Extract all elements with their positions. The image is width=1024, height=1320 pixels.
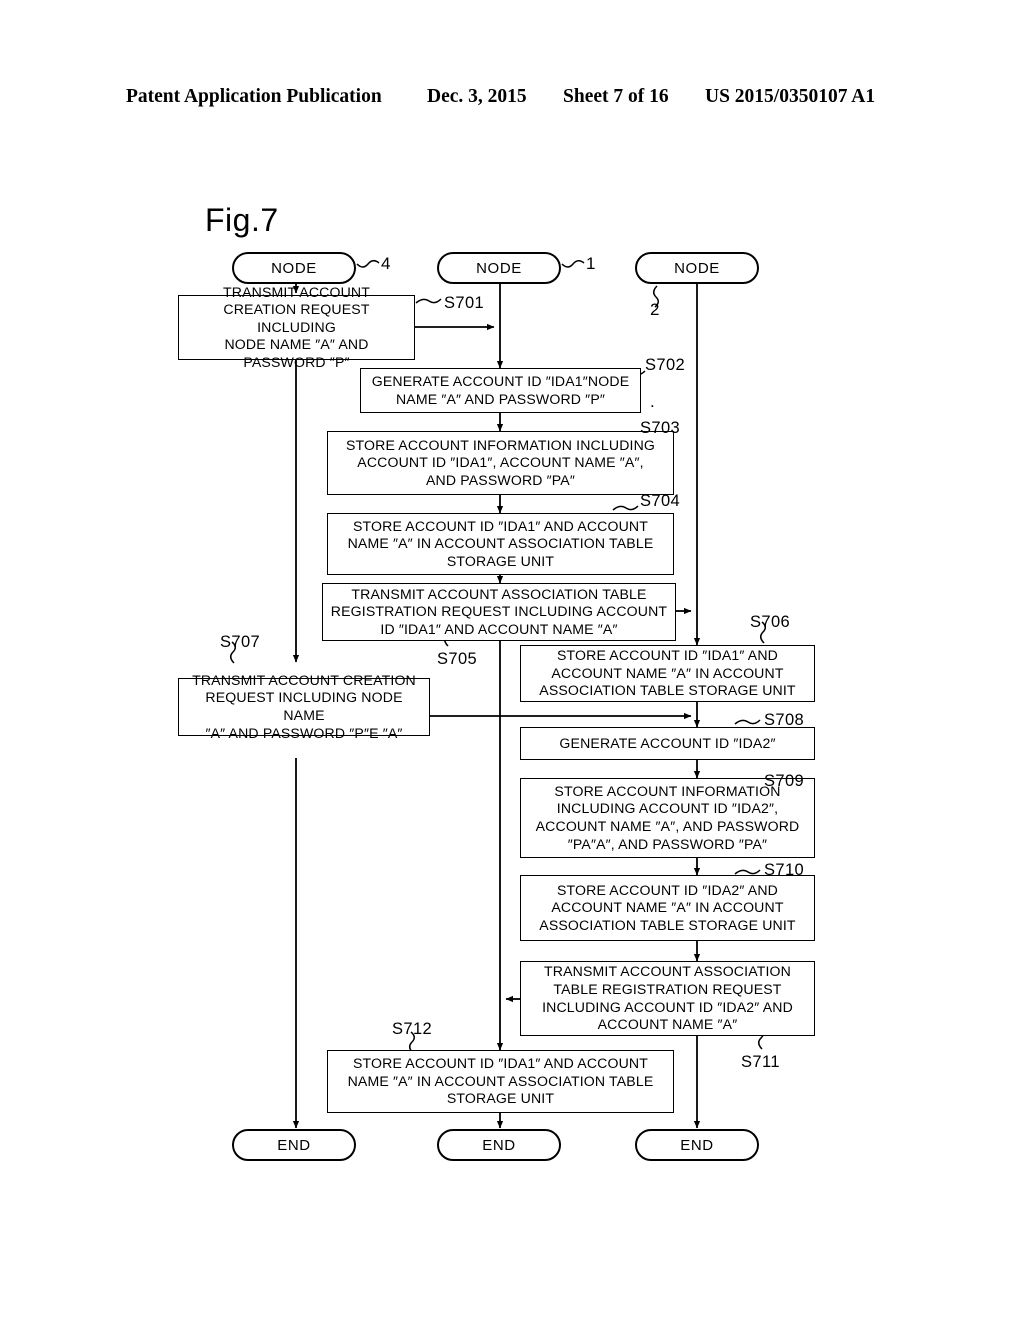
box-line: AND PASSWORD ″PA″ xyxy=(425,471,576,488)
box-line: NAME ″A″ IN ACCOUNT ASSOCIATION TABLE xyxy=(347,535,654,552)
box-line: NODE NAME ″A″ AND xyxy=(224,336,369,353)
box-line: INCLUDING ACCOUNT ID ″IDA2″, xyxy=(556,800,779,817)
step-leaders xyxy=(230,298,766,1054)
box-line: TRANSMIT ACCOUNT ASSOCIATION TABLE xyxy=(351,585,647,602)
box-line: ″A″ AND PASSWORD ″P″E ″A″ xyxy=(205,724,403,741)
terminal-end-middle: END xyxy=(437,1129,561,1161)
box-line: GENERATE ACCOUNT ID ″IDA2″ xyxy=(559,734,776,751)
process-box-s702: GENERATE ACCOUNT ID ″IDA1″NODE NAME ″A″ … xyxy=(360,368,641,413)
flowchart-connectors xyxy=(292,283,701,1129)
step-label-s705: S705 xyxy=(437,650,478,668)
step-label-s702: S702 xyxy=(645,356,686,374)
box-line: ASSOCIATION TABLE STORAGE UNIT xyxy=(539,916,796,933)
terminal-node-2: NODE xyxy=(635,252,759,284)
box-line: REGISTRATION REQUEST INCLUDING ACCOUNT xyxy=(330,603,668,620)
reference-numeral-2: 2 xyxy=(650,300,660,319)
process-box-s701: TRANSMIT ACCOUNT CREATION REQUEST INCLUD… xyxy=(178,284,415,370)
terminal-label: END xyxy=(482,1136,516,1154)
process-box-s712: STORE ACCOUNT ID ″IDA1″ AND ACCOUNT NAME… xyxy=(327,1050,674,1113)
process-box-s707: TRANSMIT ACCOUNT CREATION REQUEST INCLUD… xyxy=(178,672,430,741)
box-line: STORE ACCOUNT INFORMATION xyxy=(554,782,781,799)
terminal-label: END xyxy=(680,1136,714,1154)
box-line: ACCOUNT NAME ″A″ IN ACCOUNT xyxy=(551,664,784,681)
box-line: ACCOUNT NAME ″A″ xyxy=(597,1016,738,1033)
box-line: ACCOUNT NAME ″A″ IN ACCOUNT xyxy=(551,899,784,916)
box-line: STORAGE UNIT xyxy=(446,552,555,569)
step-label-s707: S707 xyxy=(220,633,261,651)
step-label-s711: S711 xyxy=(741,1053,780,1071)
step-label-s704: S704 xyxy=(640,492,681,510)
box-line: ID ″IDA1″ AND ACCOUNT NAME ″A″ xyxy=(380,620,618,637)
step-label-s706: S706 xyxy=(750,613,791,631)
step-label-s712: S712 xyxy=(392,1020,433,1038)
terminal-end-right: END xyxy=(635,1129,759,1161)
box-line: TRANSMIT ACCOUNT CREATION xyxy=(192,671,416,688)
box-line: INCLUDING ACCOUNT ID ″IDA2″ AND xyxy=(542,998,793,1015)
box-line: STORAGE UNIT xyxy=(446,1090,555,1107)
box-line: STORE ACCOUNT ID ″IDA2″ AND xyxy=(556,881,779,898)
box-line: CREATION REQUEST INCLUDING xyxy=(223,301,370,335)
process-box-s711: TRANSMIT ACCOUNT ASSOCIATION TABLE REGIS… xyxy=(520,961,815,1036)
step-label-s710: S710 xyxy=(764,861,805,879)
process-box-s704: STORE ACCOUNT ID ″IDA1″ AND ACCOUNT NAME… xyxy=(327,513,674,575)
box-line: TABLE REGISTRATION REQUEST xyxy=(553,980,782,997)
terminal-node-4: NODE xyxy=(232,252,356,284)
reference-leaders xyxy=(356,260,659,308)
box-line: NAME ″A″ IN ACCOUNT ASSOCIATION TABLE xyxy=(347,1072,654,1089)
terminal-label: NODE xyxy=(674,259,720,277)
terminal-end-left: END xyxy=(232,1129,356,1161)
box-line: TRANSMIT ACCOUNT xyxy=(223,283,370,300)
box-line: ACCOUNT NAME ″A″, AND PASSWORD xyxy=(535,818,800,834)
box-line: TRANSMIT ACCOUNT ASSOCIATION xyxy=(544,963,791,980)
box-line: STORE ACCOUNT ID ″IDA1″ AND ACCOUNT xyxy=(352,1055,649,1072)
step-label-s701: S701 xyxy=(444,294,485,312)
box-line: STORE ACCOUNT ID ″IDA1″ AND xyxy=(556,647,779,664)
terminal-node-1: NODE xyxy=(437,252,561,284)
box-line: ″PA″A″, AND PASSWORD ″PA″ xyxy=(567,835,768,852)
terminal-label: NODE xyxy=(476,259,522,277)
step-label-s703: S703 xyxy=(640,419,681,437)
box-line: ACCOUNT ID ″IDA1″, ACCOUNT NAME ″A″, xyxy=(357,454,644,471)
box-line: REQUEST INCLUDING NODE NAME xyxy=(205,689,403,723)
process-box-s710: STORE ACCOUNT ID ″IDA2″ AND ACCOUNT NAME… xyxy=(520,875,815,941)
process-box-s703: STORE ACCOUNT INFORMATION INCLUDING ACCO… xyxy=(327,431,674,495)
step-label-s709: S709 xyxy=(764,772,805,790)
box-line: STORE ACCOUNT INFORMATION INCLUDING xyxy=(345,436,656,453)
step-label-s708: S708 xyxy=(764,711,805,729)
box-line: GENERATE ACCOUNT ID ″IDA1″NODE xyxy=(371,372,630,389)
process-box-s706: STORE ACCOUNT ID ″IDA1″ AND ACCOUNT NAME… xyxy=(520,645,815,702)
terminal-label: END xyxy=(277,1136,311,1154)
terminal-label: NODE xyxy=(271,259,317,277)
box-line: NAME ″A″ AND PASSWORD ″P″ xyxy=(395,390,606,407)
box-line: STORE ACCOUNT ID ″IDA1″ AND ACCOUNT xyxy=(352,517,649,534)
process-box-s705: TRANSMIT ACCOUNT ASSOCIATION TABLE REGIS… xyxy=(322,583,676,641)
reference-numeral-4: 4 xyxy=(381,254,391,273)
process-box-s708: GENERATE ACCOUNT ID ″IDA2″ xyxy=(520,727,815,760)
flowchart-diagram: NODE NODE NODE 4 1 2 TRANSMIT ACCOUNT CR… xyxy=(0,0,1024,1320)
box-line: ASSOCIATION TABLE STORAGE UNIT xyxy=(539,682,796,699)
dot-mark: . xyxy=(650,392,655,411)
reference-numeral-1: 1 xyxy=(586,254,596,273)
